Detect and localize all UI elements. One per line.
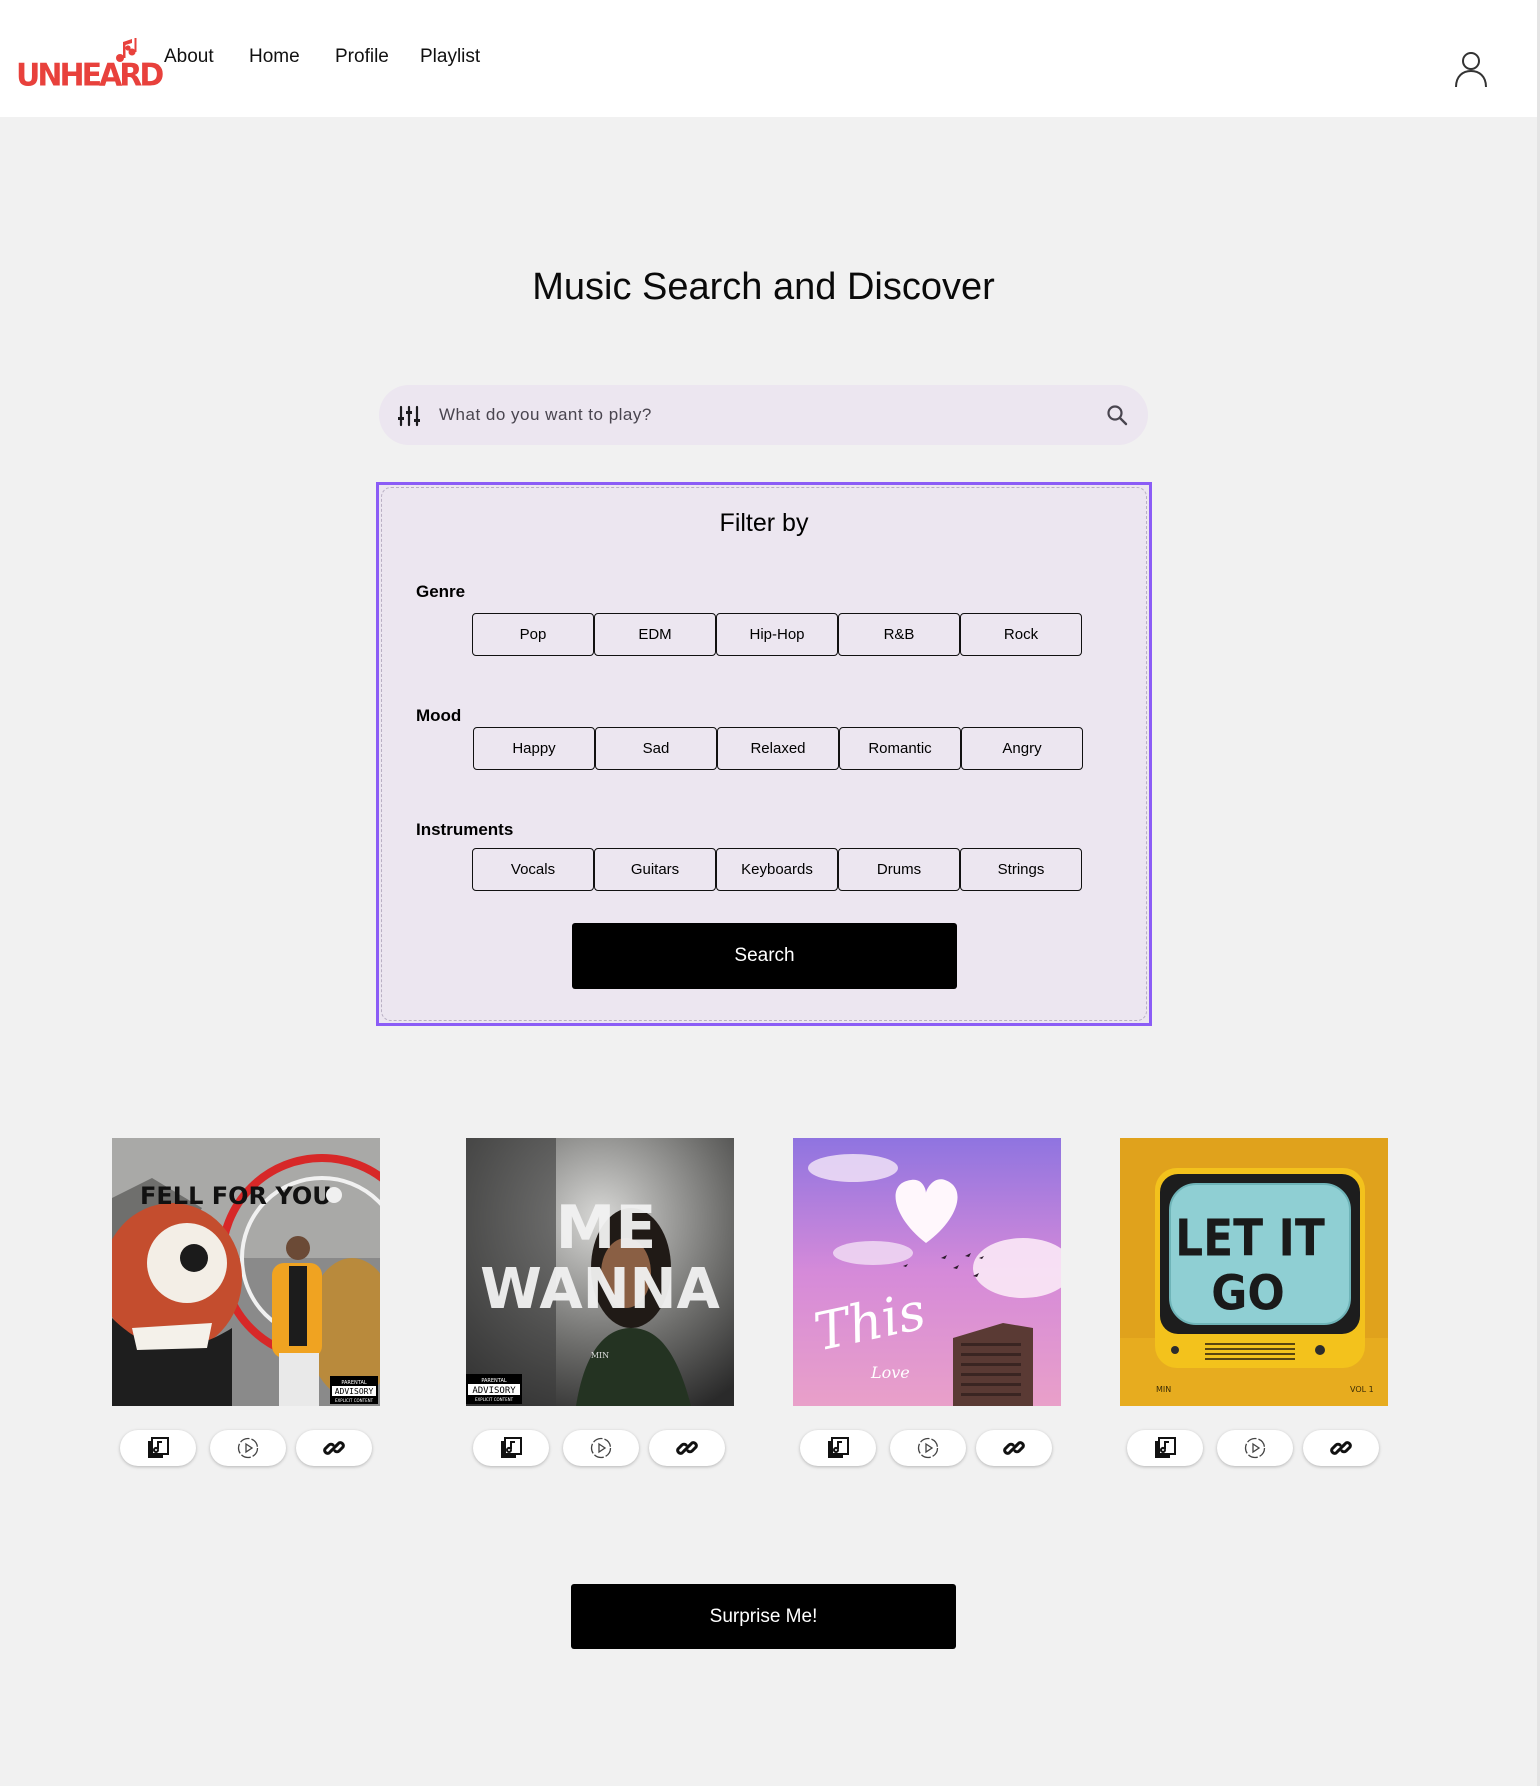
album4-artist: MIN xyxy=(1156,1385,1171,1394)
play-button[interactable] xyxy=(563,1430,639,1466)
add-to-library-button[interactable] xyxy=(120,1430,196,1466)
play-button[interactable] xyxy=(210,1430,286,1466)
album-cover-let-it-go[interactable]: LET IT GO MIN VOL 1 xyxy=(1120,1138,1388,1406)
search-bar xyxy=(379,385,1148,445)
copy-link-button[interactable] xyxy=(976,1430,1052,1466)
album1-actions xyxy=(120,1430,372,1466)
album4-volume: VOL 1 xyxy=(1350,1385,1374,1394)
album2-title-line2: WANNA xyxy=(480,1257,720,1322)
album4-title-line1: LET IT xyxy=(1175,1209,1325,1268)
album2-title-line1: ME xyxy=(556,1193,657,1263)
music-library-icon xyxy=(828,1437,849,1458)
top-nav-bar: UNHEARD About Home Profile Playlist xyxy=(0,0,1537,117)
logo-text: UNHEARD xyxy=(16,57,164,94)
filter-sliders-icon[interactable] xyxy=(397,404,421,428)
nav-profile[interactable]: Profile xyxy=(335,46,389,68)
album4-title-line2: GO xyxy=(1211,1265,1285,1322)
chip-edm[interactable]: EDM xyxy=(594,613,716,656)
chip-vocals[interactable]: Vocals xyxy=(472,848,594,891)
album-cover-me-wanna[interactable]: ME WANNA MIN PARENTAL ADVISORY EXPLICIT … xyxy=(466,1138,734,1406)
chip-hip-hop[interactable]: Hip-Hop xyxy=(716,613,838,656)
play-circle-icon xyxy=(237,1437,259,1459)
filter-title: Filter by xyxy=(719,509,809,537)
album4-actions xyxy=(1127,1430,1379,1466)
play-button[interactable] xyxy=(1217,1430,1293,1466)
music-library-icon xyxy=(148,1437,169,1458)
play-button[interactable] xyxy=(890,1430,966,1466)
user-profile-icon[interactable] xyxy=(1454,50,1488,88)
surprise-me-button[interactable]: Surprise Me! xyxy=(571,1584,956,1649)
chip-rock[interactable]: Rock xyxy=(960,613,1082,656)
album1-badge-mid: ADVISORY xyxy=(335,1387,374,1396)
copy-link-button[interactable] xyxy=(296,1430,372,1466)
chip-strings[interactable]: Strings xyxy=(960,848,1082,891)
play-circle-icon xyxy=(917,1437,939,1459)
album2-artist: MIN xyxy=(591,1351,609,1360)
album2-actions xyxy=(473,1430,725,1466)
mood-chips: Happy Sad Relaxed Romantic Angry xyxy=(473,727,1083,770)
album3-subtitle: Love xyxy=(870,1363,910,1382)
album1-badge-top: PARENTAL xyxy=(341,1380,367,1386)
album1-badge-bottom: EXPLICIT CONTENT xyxy=(335,1398,374,1403)
album2-badge-mid: ADVISORY xyxy=(472,1386,516,1396)
copy-link-button[interactable] xyxy=(649,1430,725,1466)
chip-angry[interactable]: Angry xyxy=(961,727,1083,770)
album-cover-this-love[interactable]: This Love xyxy=(793,1138,1061,1406)
nav-playlist[interactable]: Playlist xyxy=(420,46,480,68)
filter-panel: Filter by Genre Pop EDM Hip-Hop R&B Rock… xyxy=(376,482,1152,1026)
album-art-let-it-go: LET IT GO MIN VOL 1 xyxy=(1120,1138,1388,1406)
link-icon xyxy=(323,1441,345,1455)
unheard-logo[interactable]: UNHEARD xyxy=(16,36,164,94)
chip-keyboards[interactable]: Keyboards xyxy=(716,848,838,891)
link-icon xyxy=(1330,1441,1352,1455)
chip-relaxed[interactable]: Relaxed xyxy=(717,727,839,770)
chip-drums[interactable]: Drums xyxy=(838,848,960,891)
add-to-library-button[interactable] xyxy=(1127,1430,1203,1466)
genre-chips: Pop EDM Hip-Hop R&B Rock xyxy=(472,613,1082,656)
genre-label: Genre xyxy=(416,582,466,601)
music-library-icon xyxy=(501,1437,522,1458)
album-art-fell-for-you: FELL FOR YOU PARENTAL ADVISORY EXPLICIT … xyxy=(112,1138,380,1406)
page-title: Music Search and Discover xyxy=(532,266,995,308)
album-cover-fell-for-you[interactable]: FELL FOR YOU PARENTAL ADVISORY EXPLICIT … xyxy=(112,1138,380,1406)
play-circle-icon xyxy=(590,1437,612,1459)
add-to-library-button[interactable] xyxy=(473,1430,549,1466)
play-circle-icon xyxy=(1244,1437,1266,1459)
nav-about[interactable]: About xyxy=(164,46,214,68)
search-input[interactable] xyxy=(439,385,1059,445)
album2-badge-bottom: EXPLICIT CONTENT xyxy=(475,1397,514,1402)
link-icon xyxy=(1003,1441,1025,1455)
chip-sad[interactable]: Sad xyxy=(595,727,717,770)
album-art-me-wanna: ME WANNA MIN PARENTAL ADVISORY EXPLICIT … xyxy=(466,1138,734,1406)
search-button[interactable]: Search xyxy=(572,923,957,989)
chip-happy[interactable]: Happy xyxy=(473,727,595,770)
copy-link-button[interactable] xyxy=(1303,1430,1379,1466)
music-library-icon xyxy=(1155,1437,1176,1458)
add-to-library-button[interactable] xyxy=(800,1430,876,1466)
nav-home[interactable]: Home xyxy=(249,46,300,68)
search-icon[interactable] xyxy=(1106,404,1128,426)
chip-pop[interactable]: Pop xyxy=(472,613,594,656)
album1-title: FELL FOR YOU xyxy=(140,1182,332,1210)
instrument-chips: Vocals Guitars Keyboards Drums Strings xyxy=(472,848,1082,891)
album3-actions xyxy=(800,1430,1052,1466)
album2-badge-top: PARENTAL xyxy=(481,1378,507,1384)
chip-romantic[interactable]: Romantic xyxy=(839,727,961,770)
instruments-label: Instruments xyxy=(416,820,514,839)
chip-rnb[interactable]: R&B xyxy=(838,613,960,656)
chip-guitars[interactable]: Guitars xyxy=(594,848,716,891)
mood-label: Mood xyxy=(416,706,462,725)
album-art-this-love: This Love xyxy=(793,1138,1061,1406)
link-icon xyxy=(676,1441,698,1455)
